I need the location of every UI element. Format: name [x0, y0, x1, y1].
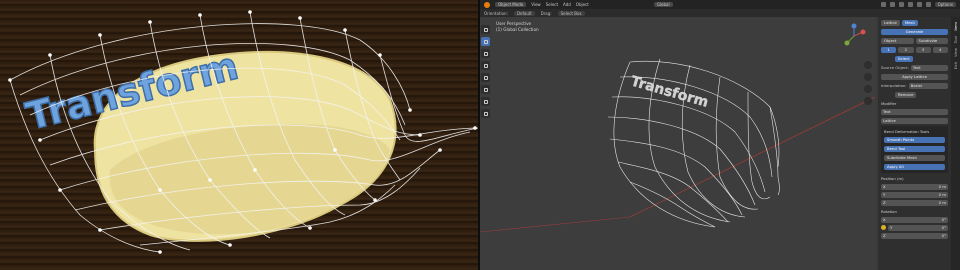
menu-add[interactable]: Add — [563, 2, 571, 7]
bend-tools-box: Bend Deformation Tools Smooth Points Ben… — [881, 126, 948, 173]
grid-icon[interactable] — [864, 97, 872, 105]
drag-dropdown[interactable]: Select Box — [557, 10, 585, 16]
topbar-right-icons: Options — [880, 2, 960, 7]
lattice-render: Transform — [8, 10, 478, 254]
measure-icon — [483, 111, 488, 116]
select-box-icon — [483, 39, 488, 44]
annotate-icon — [483, 99, 488, 104]
editor-topbar: Object Mode View Select Add Object Globa… — [480, 0, 960, 9]
count-selector: 1 2 3 4 — [881, 46, 948, 53]
scale-tool[interactable] — [481, 73, 490, 82]
x-axis-line-far — [480, 216, 631, 233]
drag-label: Drag: — [540, 10, 552, 16]
subdivide-button[interactable]: Subdivide — [915, 37, 948, 44]
lattice-toggle[interactable]: Lattice — [881, 19, 900, 26]
cursor-icon — [483, 27, 488, 32]
screen-root: Transform Object Mode View Select Add Ob… — [0, 0, 960, 270]
sidebar-panel: Lattice Mesh Generate Object Subdivide 1… — [878, 17, 951, 270]
rotate-icon — [483, 63, 488, 68]
rotation-label: Rotation — [881, 209, 897, 214]
tool-header: Orientation: Default Drag: Select Box — [480, 9, 960, 17]
snap-icon[interactable] — [880, 2, 886, 7]
sidebar-tabs: Item Tool View Edit — [951, 17, 960, 270]
select-box-tool[interactable] — [481, 37, 490, 46]
shading-material-icon[interactable] — [925, 2, 931, 7]
xray-icon[interactable] — [907, 2, 913, 7]
viewport-text-object[interactable]: Transform — [629, 73, 710, 111]
overlay-icon[interactable] — [898, 2, 904, 7]
gizmo-y-icon — [844, 40, 850, 46]
scale-icon — [483, 75, 488, 80]
zoom-icon[interactable] — [864, 61, 872, 69]
generate-button[interactable]: Generate — [881, 28, 948, 35]
smooth-points-button[interactable]: Smooth Points — [884, 136, 945, 143]
position-label: Position (m) — [881, 176, 904, 181]
count-2[interactable]: 2 — [898, 46, 914, 53]
menu-view[interactable]: View — [531, 2, 541, 7]
3d-viewport[interactable]: Transform User Perspective (1) Global Co… — [480, 17, 875, 270]
keyframe-dot-icon[interactable] — [881, 225, 886, 230]
render-preview: Transform — [0, 0, 478, 270]
mode-selector[interactable]: Object Mode — [495, 2, 527, 7]
transform-icon — [483, 87, 488, 92]
measure-tool[interactable] — [481, 109, 490, 118]
proportional-edit-icon[interactable] — [889, 2, 895, 7]
collection-label: (1) Global Collection — [496, 27, 539, 32]
gizmo-z-icon — [851, 23, 857, 29]
position-y-field[interactable]: Y0 m — [881, 191, 948, 198]
blender-window: Object Mode View Select Add Object Globa… — [480, 0, 960, 270]
menu-object[interactable]: Object — [576, 2, 589, 7]
position-x-field[interactable]: X0 m — [881, 183, 948, 190]
transform-orientation-global[interactable]: Global — [653, 2, 673, 7]
viewport-scene: Transform — [480, 58, 875, 233]
tab-item[interactable]: Item — [953, 22, 958, 31]
move-tool[interactable] — [481, 49, 490, 58]
tab-edit[interactable]: Edit — [953, 62, 958, 69]
count-1[interactable]: 1 — [881, 46, 897, 53]
apply-all-button[interactable]: Apply All — [884, 163, 945, 170]
rotation-x-field[interactable]: X 0° — [881, 216, 948, 223]
navigation-gizmo[interactable] — [841, 23, 867, 49]
annotate-tool[interactable] — [481, 97, 490, 106]
apply-lattice-button[interactable]: Apply Lattice — [881, 73, 948, 80]
tab-tool[interactable]: Tool — [953, 36, 958, 43]
remove-button[interactable]: Remove — [895, 91, 917, 98]
toolbar — [481, 25, 491, 118]
bend-tool-button[interactable]: Bend Tool — [884, 145, 945, 152]
move-icon — [483, 51, 488, 56]
rotation-y-field[interactable]: Y 0° — [888, 224, 948, 231]
tab-view[interactable]: View — [953, 48, 958, 57]
options-button[interactable]: Options — [934, 2, 956, 7]
gizmo-x-icon — [860, 29, 866, 35]
pan-hand-icon[interactable] — [864, 73, 872, 81]
shading-solid-icon[interactable] — [916, 2, 922, 7]
sidebar-header-row: Lattice Mesh — [881, 19, 948, 26]
orientation-label: Orientation: — [484, 10, 508, 16]
camera-icon[interactable] — [864, 85, 872, 93]
interpolation-label: Interpolation: — [881, 83, 907, 88]
modifier-lattice-dropdown[interactable]: Lattice — [881, 117, 948, 124]
rotation-z-field[interactable]: Z 0° — [881, 232, 948, 239]
position-z-field[interactable]: Z0 m — [881, 199, 948, 206]
interpolation-dropdown[interactable]: Bezier — [908, 82, 948, 89]
cursor-tool[interactable] — [481, 25, 490, 34]
modifier-object-dropdown[interactable]: Text — [881, 108, 948, 115]
transform-tool[interactable] — [481, 85, 490, 94]
count-4[interactable]: 4 — [932, 46, 948, 53]
source-object-field[interactable]: Text — [910, 64, 948, 71]
select-button[interactable]: Select — [895, 55, 913, 62]
object-button[interactable]: Object — [881, 37, 914, 44]
viewport-nav-buttons — [864, 61, 872, 105]
editor-type-icon[interactable] — [484, 1, 490, 8]
subdivide-mesh-button[interactable]: Subdivide Mesh — [884, 154, 945, 161]
source-object-label: Source Object: — [881, 65, 909, 70]
bend-tools-label: Bend Deformation Tools — [884, 129, 930, 134]
menu-select[interactable]: Select — [546, 2, 558, 7]
rotate-tool[interactable] — [481, 61, 490, 70]
mesh-toggle[interactable]: Mesh — [901, 19, 918, 26]
orientation-dropdown[interactable]: Default — [513, 10, 535, 16]
modifier-section-label: Modifier — [881, 101, 897, 106]
count-3[interactable]: 3 — [915, 46, 931, 53]
viewport-info: User Perspective (1) Global Collection — [496, 21, 539, 33]
